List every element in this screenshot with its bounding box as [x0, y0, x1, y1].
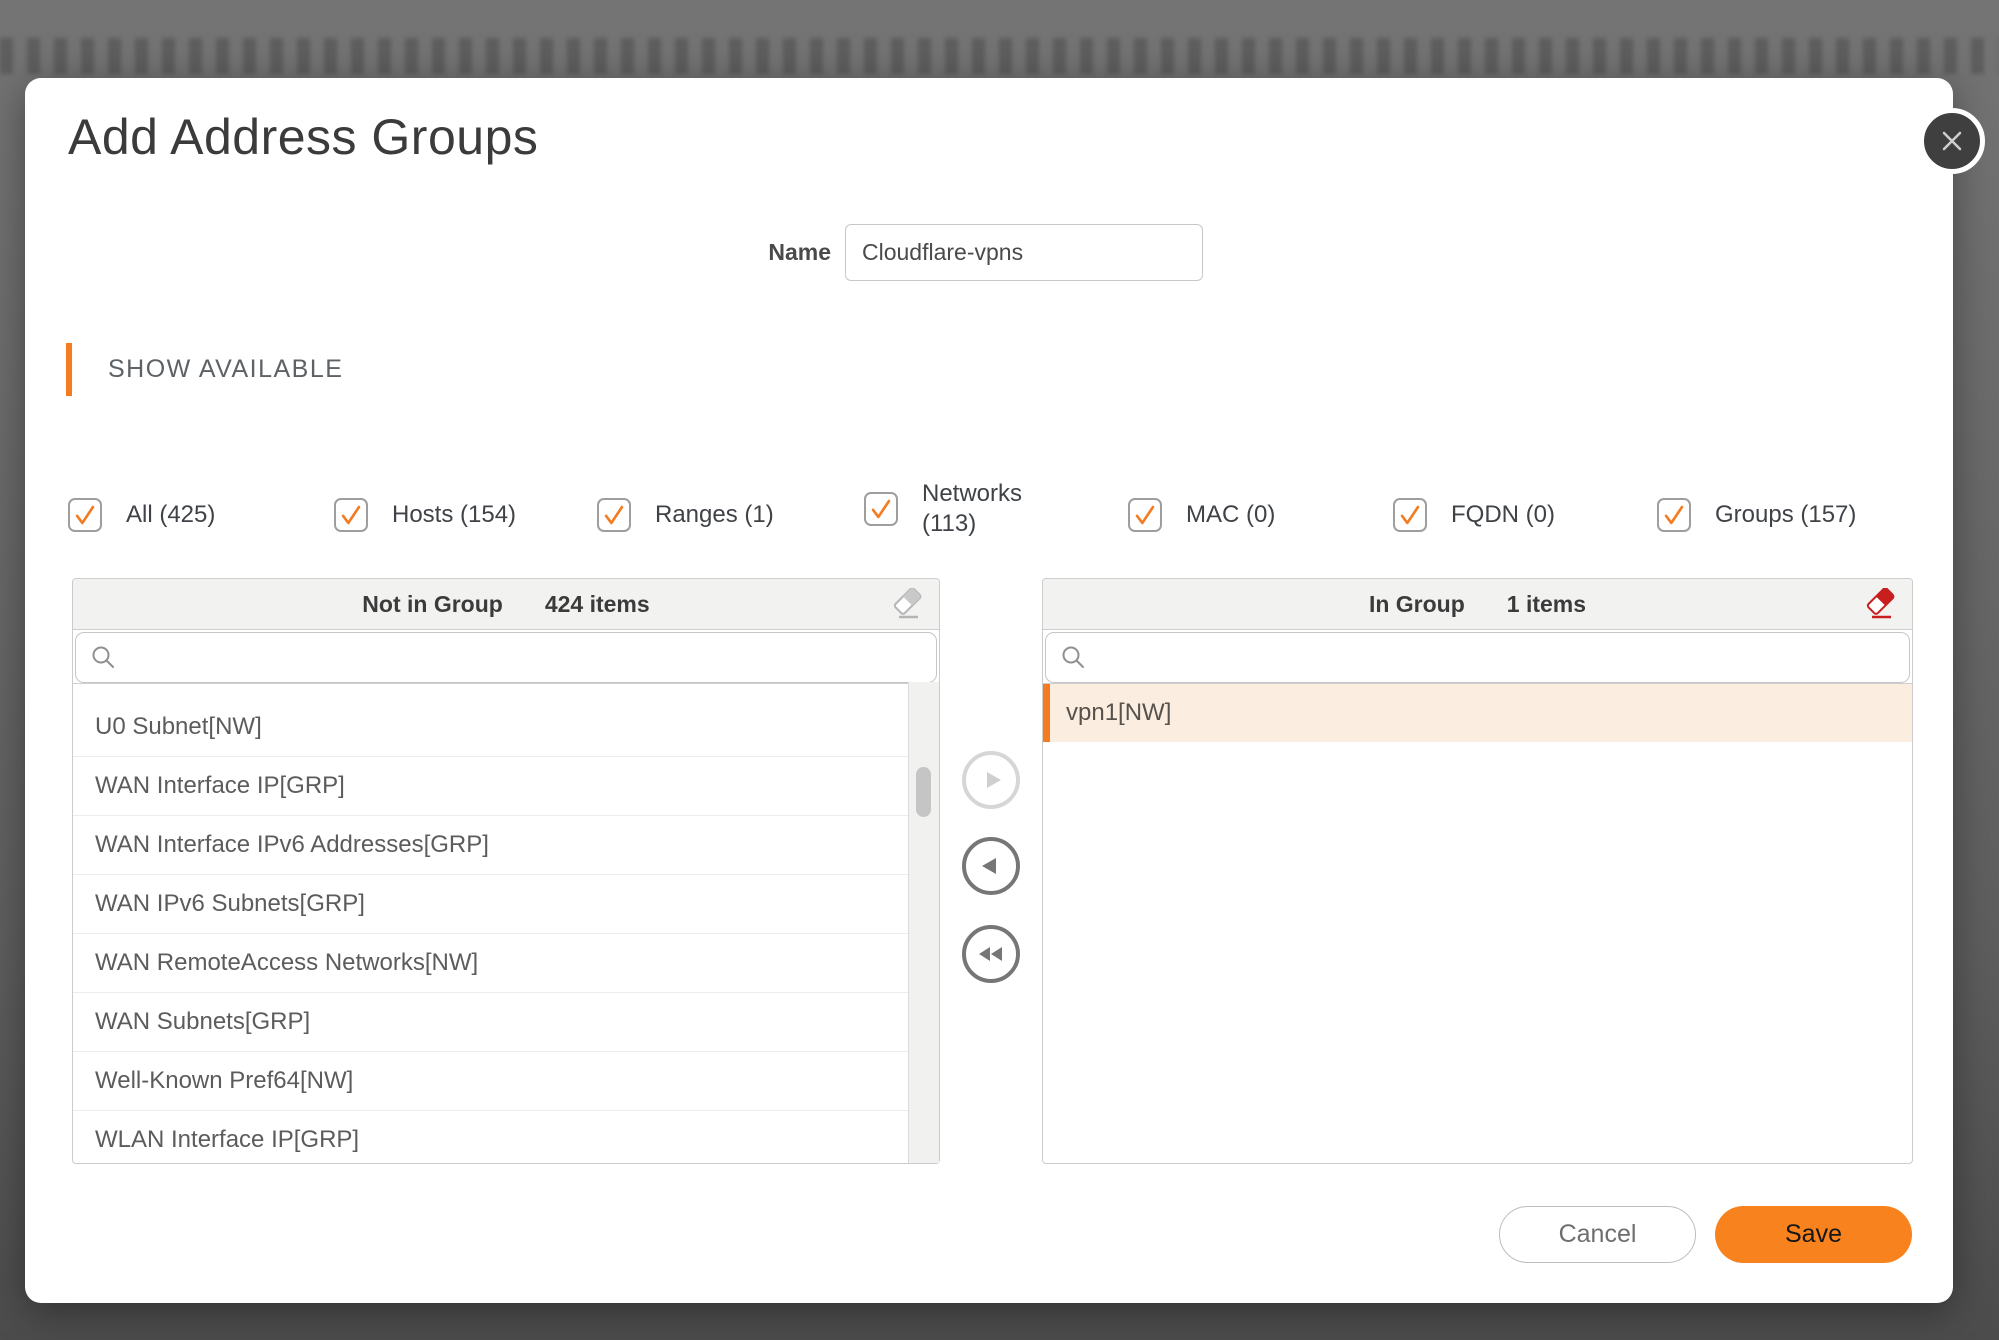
filter-checkbox-ranges[interactable]: Ranges (1) — [597, 498, 774, 532]
list-item[interactable]: WAN Subnets[GRP] — [73, 993, 909, 1052]
list-item[interactable]: WAN Interface IP[GRP] — [73, 757, 909, 816]
show-available-heading: SHOW AVAILABLE — [66, 343, 343, 396]
not-in-group-panel: Not in Group 424 items — [72, 578, 940, 1164]
scrollbar-track[interactable] — [908, 682, 939, 1163]
panel-count: 1 items — [1507, 591, 1586, 618]
list-item[interactable]: WAN RemoteAccess Networks[NW] — [73, 934, 909, 993]
arrow-right-icon — [976, 765, 1006, 795]
panel-title: Not in Group — [362, 591, 503, 618]
filter-checkbox-fqdn[interactable]: FQDN (0) — [1393, 498, 1555, 532]
show-available-label: SHOW AVAILABLE — [108, 355, 343, 384]
list-item[interactable]: WAN Interface IPv6 Addresses[GRP] — [73, 816, 909, 875]
arrow-left-icon — [976, 851, 1006, 881]
move-right-button[interactable] — [962, 751, 1020, 809]
filter-checkbox-mac[interactable]: MAC (0) — [1128, 498, 1275, 532]
list-item[interactable]: Well-Known Pref64[NW] — [73, 1052, 909, 1111]
checkbox-checked-icon — [1128, 498, 1162, 532]
in-group-panel: In Group 1 items — [1042, 578, 1913, 1164]
filter-checkbox-all[interactable]: All (425) — [68, 498, 215, 532]
not-in-group-header: Not in Group 424 items — [73, 579, 939, 630]
page-background: Add Address Groups Name SHOW AVAILABLE A… — [0, 0, 1999, 1340]
in-group-header: In Group 1 items — [1043, 579, 1912, 630]
move-left-button[interactable] — [962, 837, 1020, 895]
list-item[interactable]: U0 Subnet[NW] — [73, 698, 909, 757]
search-icon — [90, 644, 117, 671]
left-search — [75, 632, 937, 683]
panel-count: 424 items — [545, 591, 650, 618]
backdrop-pattern — [0, 38, 1999, 74]
right-search — [1045, 632, 1910, 683]
scrollbar-thumb[interactable] — [916, 767, 931, 817]
list-item[interactable]: WLAN Interface IP[GRP] — [73, 1111, 909, 1166]
move-all-left-button[interactable] — [962, 925, 1020, 983]
right-search-input[interactable] — [1087, 633, 1909, 682]
close-button[interactable] — [1919, 108, 1985, 174]
filter-checkbox-hosts[interactable]: Hosts (154) — [334, 498, 516, 532]
double-arrow-left-icon — [975, 939, 1007, 969]
in-group-list: vpn1[NW] — [1043, 683, 1912, 1167]
checkbox-checked-icon — [1657, 498, 1691, 532]
cancel-button[interactable]: Cancel — [1499, 1206, 1696, 1263]
list-item-selected[interactable]: vpn1[NW] — [1043, 684, 1912, 742]
checkbox-checked-icon — [597, 498, 631, 532]
checkbox-checked-icon — [864, 492, 898, 526]
list-item[interactable]: WAN IPv6 Subnets[GRP] — [73, 875, 909, 934]
filter-checkbox-networks[interactable]: Networks (113) — [864, 479, 1034, 539]
not-in-group-list: U0 Subnet[NW] WAN Interface IP[GRP] WAN … — [73, 683, 939, 1166]
search-icon — [1060, 644, 1087, 671]
filter-checkbox-groups[interactable]: Groups (157) — [1657, 498, 1856, 532]
checkbox-checked-icon — [1393, 498, 1427, 532]
panel-title: In Group — [1369, 591, 1465, 618]
accent-bar — [66, 343, 72, 396]
checkbox-checked-icon — [334, 498, 368, 532]
add-address-groups-dialog: Add Address Groups Name SHOW AVAILABLE A… — [25, 78, 1953, 1303]
dialog-title: Add Address Groups — [68, 108, 538, 166]
clear-list-icon[interactable] — [891, 588, 925, 620]
save-button[interactable]: Save — [1715, 1206, 1912, 1263]
clear-list-icon[interactable] — [1864, 588, 1898, 620]
close-icon — [1937, 126, 1967, 156]
checkbox-checked-icon — [68, 498, 102, 532]
name-input[interactable] — [845, 224, 1203, 281]
left-search-input[interactable] — [117, 633, 936, 682]
name-label: Name — [671, 238, 831, 266]
